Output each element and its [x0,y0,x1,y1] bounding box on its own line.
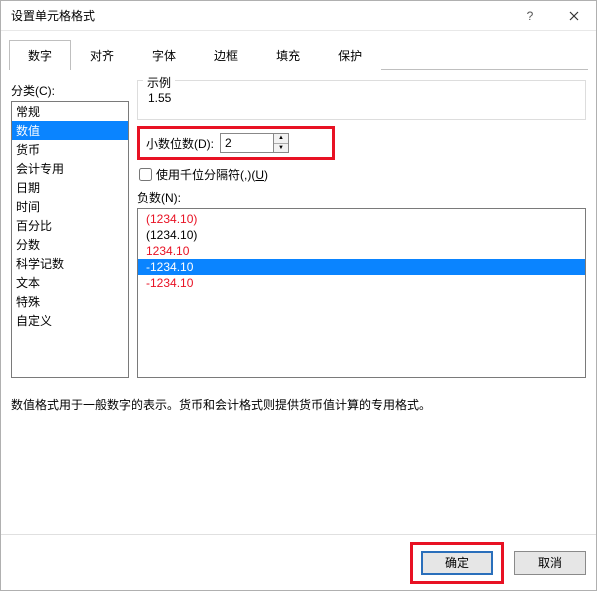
sample-label: 示例 [143,74,175,91]
ok-label: 确定 [445,554,469,571]
spinner-down[interactable]: ▼ [274,143,288,153]
tab-border[interactable]: 边框 [195,40,257,70]
tab-label: 边框 [214,49,238,63]
tab-number[interactable]: 数字 [9,40,71,70]
decimal-places-spinner: ▲ ▼ [220,133,289,153]
tab-font[interactable]: 字体 [133,40,195,70]
ok-highlight: 确定 [410,542,504,584]
title-bar: 设置单元格格式 ? [1,1,596,31]
help-button[interactable]: ? [508,1,552,31]
category-listbox[interactable]: 常规数值货币会计专用日期时间百分比分数科学记数文本特殊自定义 [11,101,129,378]
tab-label: 对齐 [90,49,114,63]
ok-button[interactable]: 确定 [421,551,493,575]
decimal-places-input[interactable] [221,134,273,152]
negative-listbox[interactable]: (1234.10)(1234.10)1234.10-1234.10-1234.1… [137,208,586,378]
category-item[interactable]: 百分比 [12,216,128,235]
sample-group: 示例 1.55 [137,82,586,120]
dialog-window: 设置单元格格式 ? 数字 对齐 字体 边框 填充 保护 分类(C): 常规数值货… [0,0,597,591]
category-label: 分类(C): [11,82,129,99]
category-item[interactable]: 文本 [12,273,128,292]
thousands-label-mnemonic: U [255,168,264,182]
tab-body: 分类(C): 常规数值货币会计专用日期时间百分比分数科学记数文本特殊自定义 示例… [9,78,588,534]
thousands-separator-checkbox[interactable] [139,168,152,181]
spinner-up[interactable]: ▲ [274,134,288,143]
dialog-footer: 确定 取消 [1,534,596,590]
thousands-separator-row: 使用千位分隔符(,)(U) [137,166,586,183]
tab-label: 填充 [276,49,300,63]
decimal-places-label: 小数位数(D): [146,135,214,152]
negative-item[interactable]: -1234.10 [138,259,585,275]
category-column: 分类(C): 常规数值货币会计专用日期时间百分比分数科学记数文本特殊自定义 [11,82,129,378]
category-item[interactable]: 特殊 [12,292,128,311]
content-area: 数字 对齐 字体 边框 填充 保护 分类(C): 常规数值货币会计专用日期时间百… [1,31,596,534]
tab-label: 保护 [338,49,362,63]
cancel-button[interactable]: 取消 [514,551,586,575]
sample-box: 1.55 [137,80,586,120]
tab-alignment[interactable]: 对齐 [71,40,133,70]
tab-label: 数字 [28,49,52,63]
category-item[interactable]: 会计专用 [12,159,128,178]
format-description: 数值格式用于一般数字的表示。货币和会计格式则提供货币值计算的专用格式。 [11,396,586,413]
close-button[interactable] [552,1,596,31]
window-title: 设置单元格格式 [11,7,508,24]
negative-item[interactable]: (1234.10) [138,211,585,227]
category-item[interactable]: 日期 [12,178,128,197]
negative-item[interactable]: -1234.10 [138,275,585,291]
tab-strip: 数字 对齐 字体 边框 填充 保护 [9,39,588,70]
close-icon [569,11,579,21]
help-icon: ? [527,9,534,23]
negative-item[interactable]: 1234.10 [138,243,585,259]
category-label-text: 分类(C): [11,84,55,98]
category-item[interactable]: 货币 [12,140,128,159]
thousands-separator-label: 使用千位分隔符(,)(U) [156,166,268,183]
negative-group: 负数(N): (1234.10)(1234.10)1234.10-1234.10… [137,189,586,378]
detail-column: 示例 1.55 小数位数(D): ▲ ▼ [137,82,586,378]
category-item[interactable]: 数值 [12,121,128,140]
cancel-label: 取消 [538,554,562,571]
category-item[interactable]: 时间 [12,197,128,216]
spinner-buttons: ▲ ▼ [273,134,288,152]
tab-fill[interactable]: 填充 [257,40,319,70]
category-item[interactable]: 常规 [12,102,128,121]
category-item[interactable]: 科学记数 [12,254,128,273]
tab-label: 字体 [152,49,176,63]
negative-label: 负数(N): [137,189,586,206]
tab-protection[interactable]: 保护 [319,40,381,70]
thousands-label-prefix: 使用千位分隔符(,)( [156,168,255,182]
columns: 分类(C): 常规数值货币会计专用日期时间百分比分数科学记数文本特殊自定义 示例… [11,82,586,378]
thousands-label-suffix: ) [264,168,268,182]
negative-item[interactable]: (1234.10) [138,227,585,243]
category-item[interactable]: 自定义 [12,311,128,330]
sample-value: 1.55 [146,91,577,105]
category-item[interactable]: 分数 [12,235,128,254]
decimal-places-row: 小数位数(D): ▲ ▼ [137,126,335,160]
